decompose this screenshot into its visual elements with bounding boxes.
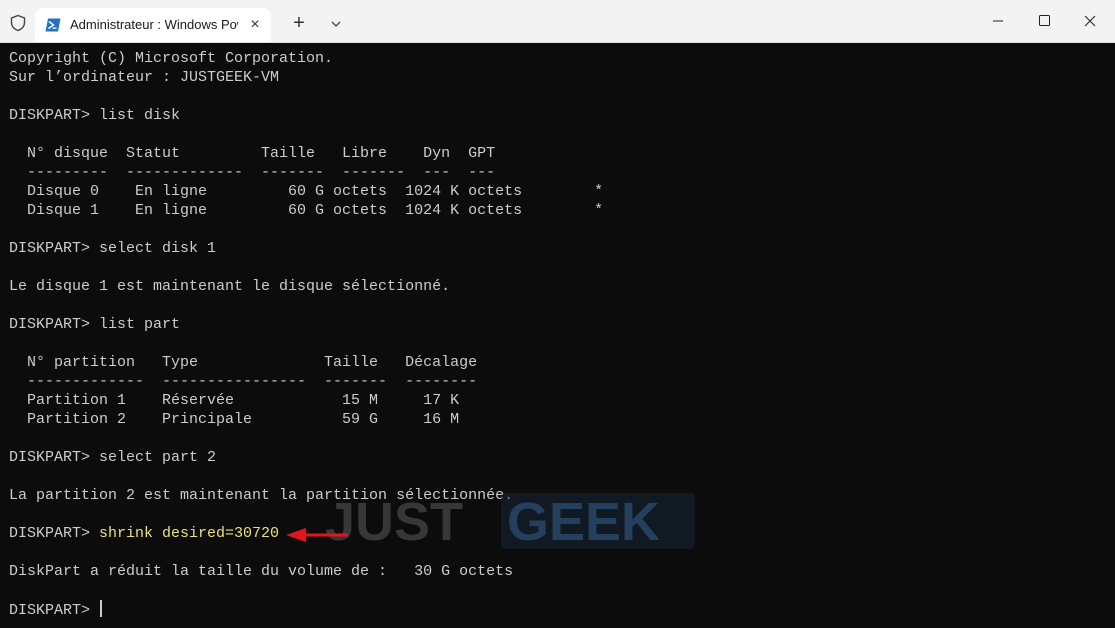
terminal-line: DiskPart a réduit la taille du volume de… xyxy=(9,563,514,580)
minimize-button[interactable] xyxy=(975,6,1021,36)
shield-icon xyxy=(10,14,26,32)
maximize-button[interactable] xyxy=(1021,6,1067,36)
terminal-line: N° partition Type Taille Décalage xyxy=(9,354,478,371)
terminal-line: DISKPART> list disk xyxy=(9,107,181,124)
watermark-text-right: GEEK xyxy=(507,492,660,549)
terminal-line: DISKPART> select part 2 xyxy=(9,449,217,466)
prompt-label: DISKPART> xyxy=(9,602,100,619)
terminal-line: Partition 1 Réservée 15 M 17 K xyxy=(9,392,460,409)
terminal-line: Partition 2 Principale 59 G 16 M xyxy=(9,411,460,428)
terminal-line: Copyright (C) Microsoft Corporation. xyxy=(9,50,334,67)
close-tab-icon[interactable]: × xyxy=(247,17,263,33)
tab-powershell[interactable]: Administrateur : Windows PowerShell × xyxy=(35,8,271,42)
new-tab-button[interactable]: + xyxy=(288,13,310,35)
terminal-line: Disque 1 En ligne 60 G octets 1024 K oct… xyxy=(9,202,604,219)
justgeek-watermark: JUST GEEK xyxy=(325,492,695,549)
terminal-line: Sur l’ordinateur : JUSTGEEK-VM xyxy=(9,69,280,86)
terminal-line: --------- ------------- ------- ------- … xyxy=(9,164,496,181)
prompt-label: DISKPART> xyxy=(9,525,100,542)
terminal-line: ------------- ---------------- ------- -… xyxy=(9,373,478,390)
terminal-line: Disque 0 En ligne 60 G octets 1024 K oct… xyxy=(9,183,604,200)
terminal-line: DISKPART> list part xyxy=(9,316,181,333)
chevron-down-icon[interactable] xyxy=(327,16,345,32)
title-bar: Administrateur : Windows PowerShell × + xyxy=(0,0,1115,43)
text-cursor xyxy=(100,600,103,617)
terminal-line: Le disque 1 est maintenant le disque sél… xyxy=(9,278,451,295)
powershell-icon xyxy=(45,18,61,32)
terminal-line: N° disque Statut Taille Libre Dyn GPT xyxy=(9,145,496,162)
tab-title: Administrateur : Windows PowerShell xyxy=(70,17,238,32)
shrink-command: shrink desired=30720 xyxy=(99,525,280,542)
terminal-line: DISKPART> select disk 1 xyxy=(9,240,217,257)
close-window-button[interactable] xyxy=(1067,6,1113,36)
final-prompt-line[interactable]: DISKPART> xyxy=(9,600,603,619)
red-arrow-icon xyxy=(286,528,348,542)
